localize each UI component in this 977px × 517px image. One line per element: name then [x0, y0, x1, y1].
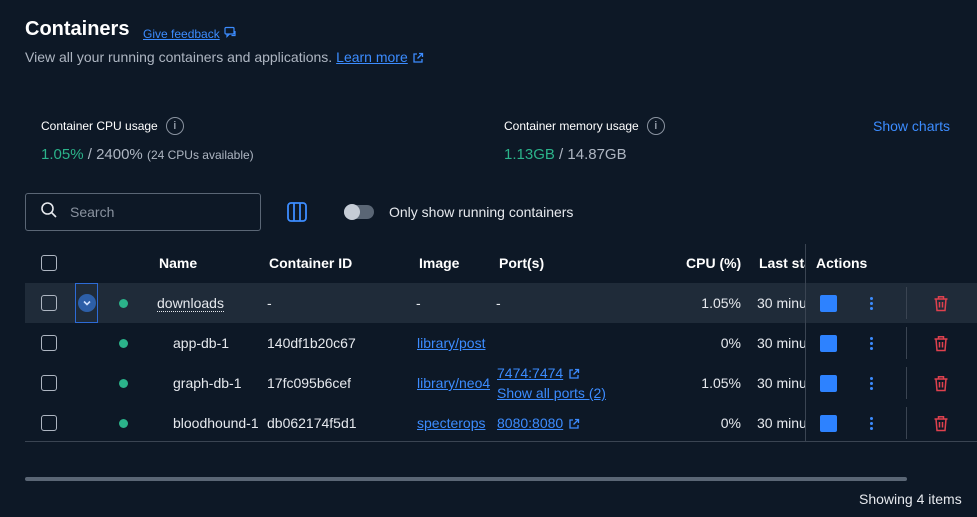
status-running-icon [119, 283, 128, 323]
more-options-icon[interactable] [870, 403, 873, 443]
stop-button[interactable] [820, 403, 837, 443]
column-header-container-id[interactable]: Container ID [269, 244, 352, 282]
container-image-link[interactable]: specterops [417, 403, 490, 443]
memory-usage-value: 1.13GB / 14.87GB [504, 146, 627, 163]
info-icon[interactable]: i [646, 117, 665, 135]
container-ports[interactable]: 8080:8080 [497, 403, 580, 443]
container-id: db062174f5d1 [267, 415, 357, 431]
show-charts-button[interactable]: Show charts [873, 118, 950, 134]
container-id: 140df1b20c67 [267, 335, 356, 351]
cpu-total: 2400% [96, 146, 143, 163]
show-all-ports-link[interactable]: Show all ports (2) [497, 383, 606, 403]
columns-icon[interactable] [286, 201, 308, 223]
cpu-usage-value: 1.05% / 2400% (24 CPUs available) [41, 146, 254, 163]
container-last-started: 30 minu [757, 295, 805, 311]
row-checkbox[interactable] [41, 403, 57, 443]
chevron-down-icon [77, 294, 96, 312]
give-feedback-label[interactable]: Give feedback [143, 27, 220, 41]
container-port: - [496, 295, 501, 311]
container-last-started: 30 minu [757, 415, 805, 431]
container-cpu: 1.05% [701, 295, 741, 311]
cpu-available-note: (24 CPUs available) [146, 148, 254, 162]
column-header-name[interactable]: Name [159, 244, 197, 282]
horizontal-scrollbar[interactable] [25, 477, 907, 481]
column-header-cpu[interactable]: CPU (%) [686, 244, 741, 282]
actions-column: Actions [805, 244, 977, 442]
port-link[interactable]: 8080:8080 [497, 415, 563, 431]
expand-toggle[interactable] [75, 283, 98, 323]
memory-separator: / [554, 146, 568, 163]
cpu-usage-label: Container CPU usage i [41, 117, 184, 135]
feedback-icon [224, 26, 236, 41]
column-header-actions: Actions [816, 255, 868, 271]
container-name[interactable]: downloads [157, 283, 224, 323]
stop-button[interactable] [820, 323, 837, 363]
delete-icon[interactable] [933, 283, 949, 323]
memory-used: 1.13GB [504, 146, 555, 163]
actions-row [806, 363, 977, 403]
cpu-used: 1.05% [41, 146, 84, 163]
container-ports: 7474:7474 Show all ports (2) [497, 363, 606, 403]
search-input[interactable] [70, 204, 240, 220]
status-running-icon [119, 363, 128, 403]
learn-more-link[interactable]: Learn more [336, 49, 408, 65]
container-id: 17fc095b6cef [267, 375, 352, 391]
running-only-label: Only show running containers [389, 204, 574, 220]
page-subtitle: View all your running containers and app… [25, 49, 424, 65]
external-link-icon [412, 49, 424, 65]
table-bottom-divider [25, 441, 977, 442]
status-running-icon [119, 403, 128, 443]
actions-row [806, 283, 977, 323]
page-title: Containers [25, 18, 130, 40]
external-link-icon [568, 363, 580, 383]
toggle-knob [344, 204, 360, 220]
status-running-icon [119, 323, 128, 363]
more-options-icon[interactable] [870, 283, 873, 323]
memory-total: 14.87GB [567, 146, 627, 163]
container-image-link[interactable]: library/neo4 [417, 363, 490, 403]
container-image-link[interactable]: library/post [417, 323, 490, 363]
container-cpu: 1.05% [701, 375, 741, 391]
column-header-last-started[interactable]: Last sta [759, 244, 805, 282]
stop-button[interactable] [820, 283, 837, 323]
memory-usage-label: Container memory usage i [504, 117, 665, 135]
actions-row [806, 323, 977, 363]
row-checkbox[interactable] [41, 363, 57, 403]
running-only-toggle[interactable] [344, 204, 374, 220]
container-last-started: 30 minu [757, 375, 805, 391]
container-image: - [416, 295, 421, 311]
memory-usage-label-text: Container memory usage [504, 119, 639, 133]
search-box[interactable] [25, 193, 261, 231]
port-link-row[interactable]: 7474:7474 [497, 363, 580, 383]
port-link[interactable]: 7474:7474 [497, 363, 563, 383]
external-link-icon [568, 415, 580, 431]
search-icon [40, 201, 58, 224]
container-name[interactable]: bloodhound-1 [173, 403, 263, 443]
container-name[interactable]: app-db-1 [173, 323, 229, 363]
delete-icon[interactable] [933, 323, 949, 363]
select-all-checkbox[interactable] [41, 244, 57, 282]
stop-button[interactable] [820, 363, 837, 403]
container-id: - [267, 295, 272, 311]
container-name[interactable]: graph-db-1 [173, 363, 242, 403]
column-header-ports[interactable]: Port(s) [499, 244, 544, 282]
column-header-image[interactable]: Image [419, 244, 459, 282]
container-cpu: 0% [720, 415, 741, 431]
more-options-icon[interactable] [870, 323, 873, 363]
cpu-usage-label-text: Container CPU usage [41, 119, 158, 133]
cpu-separator: / [83, 146, 97, 163]
subtitle-text: View all your running containers and app… [25, 49, 333, 65]
row-checkbox[interactable] [41, 283, 57, 323]
more-options-icon[interactable] [870, 363, 873, 403]
row-checkbox[interactable] [41, 323, 57, 363]
actions-row [806, 403, 977, 443]
containers-table: Name Container ID Image Port(s) CPU (%) … [25, 244, 977, 442]
delete-icon[interactable] [933, 363, 949, 403]
give-feedback-link[interactable]: Give feedback [143, 26, 236, 41]
container-last-started: 30 minu [757, 335, 805, 351]
items-count: Showing 4 items [859, 491, 962, 507]
delete-icon[interactable] [933, 403, 949, 443]
container-cpu: 0% [720, 335, 741, 351]
info-icon[interactable]: i [165, 117, 184, 135]
